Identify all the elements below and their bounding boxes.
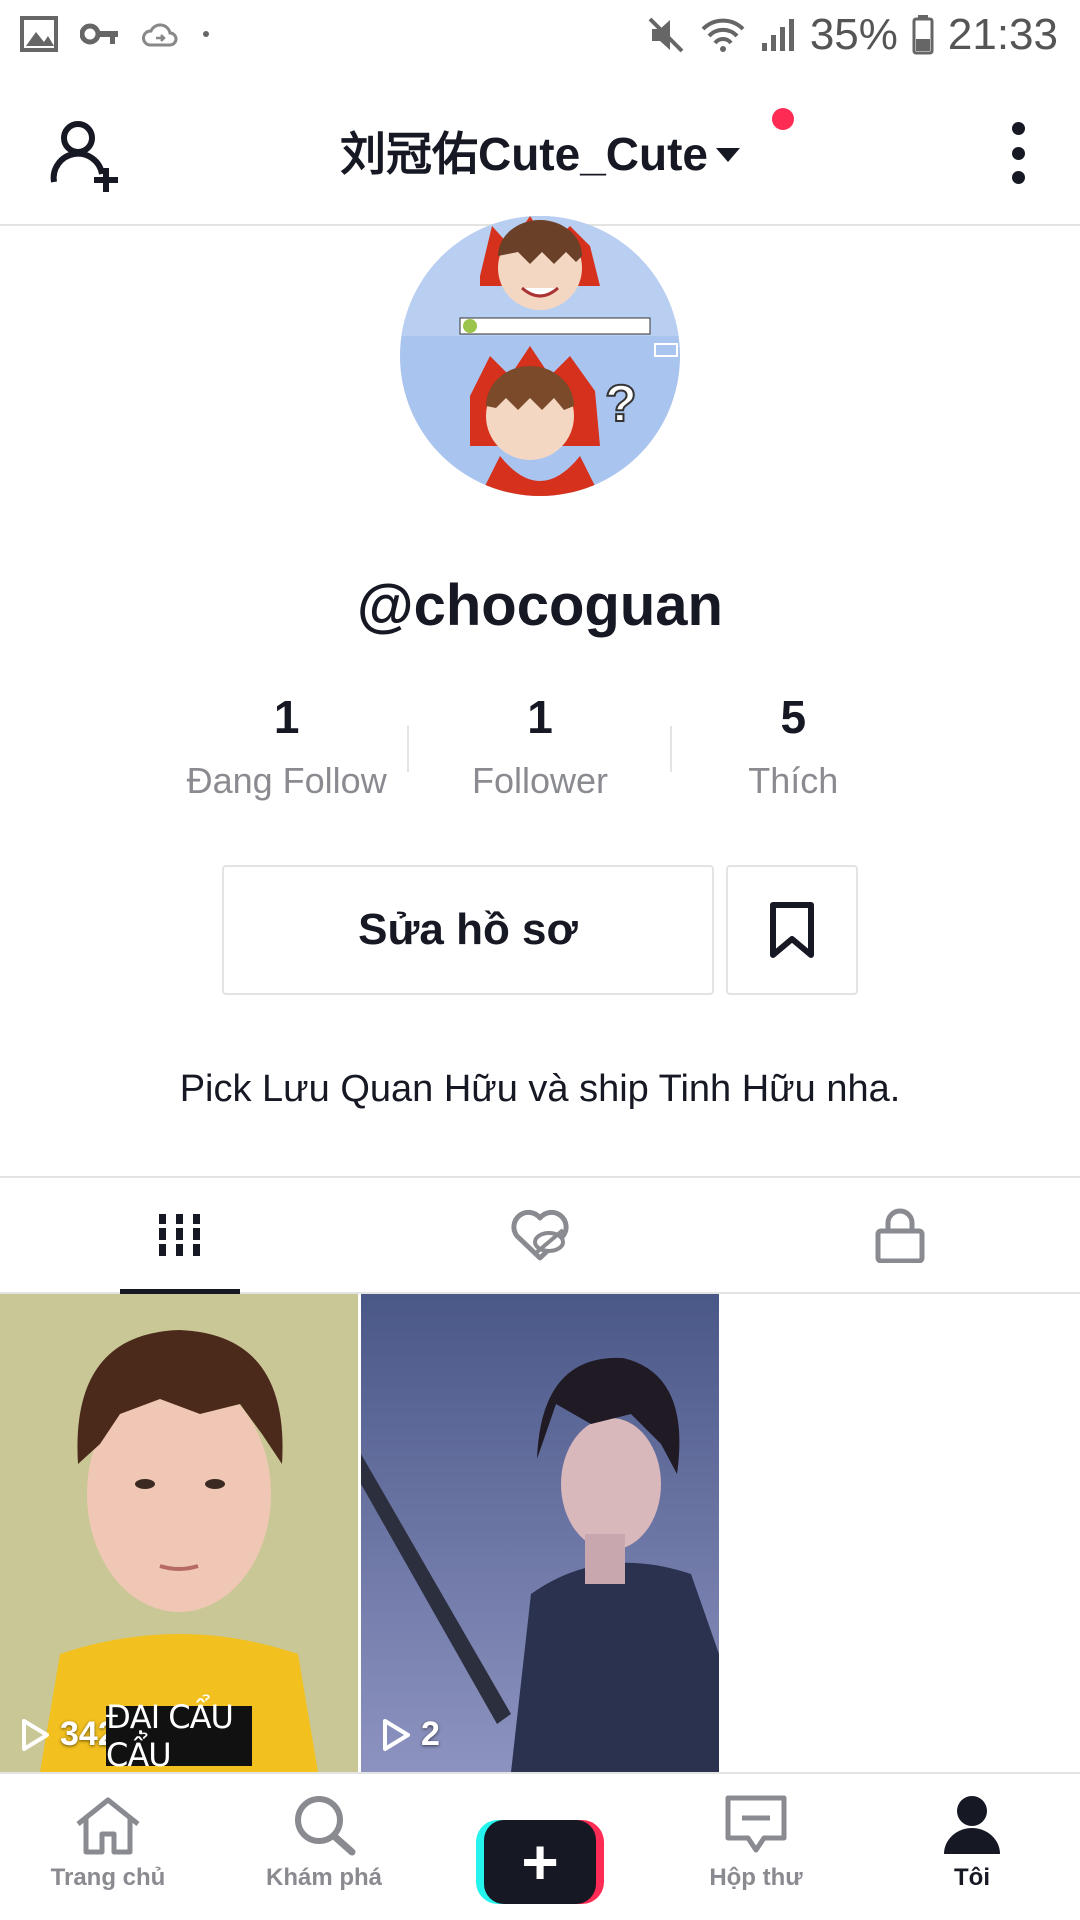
battery-icon (912, 15, 934, 55)
profile-bio: Pick Lưu Quan Hữu và ship Tinh Hữu nha. (179, 1068, 901, 1110)
hidden-heart-icon (511, 1209, 569, 1261)
stat-followers[interactable]: 1 Follower (413, 690, 666, 810)
signal-icon (761, 19, 794, 51)
username: @chocoguan (357, 573, 723, 638)
nav-home[interactable]: Trang chủ (0, 1774, 216, 1920)
cloud-sync-icon (142, 23, 178, 47)
lock-icon (875, 1208, 925, 1263)
more-options-icon[interactable] (1010, 122, 1026, 184)
stat-value: 1 (273, 691, 300, 743)
wifi-icon (701, 18, 745, 52)
bottom-navigation: Trang chủ Khám phá + Hộp thư Tôi (0, 1772, 1080, 1920)
nav-label: Tôi (954, 1864, 990, 1891)
content-tabs (0, 1176, 1080, 1294)
nav-create[interactable]: + (432, 1774, 648, 1920)
view-count-value: 2 (421, 1715, 440, 1753)
inbox-icon (725, 1795, 787, 1853)
nav-label: Khám phá (265, 1864, 382, 1891)
tab-liked[interactable] (360, 1178, 720, 1292)
home-icon (76, 1797, 140, 1855)
search-icon (295, 1796, 356, 1856)
key-icon (80, 23, 118, 45)
favorites-button[interactable] (726, 865, 858, 995)
video-grid: 342 ĐẠI CẨU CẨU 2 (0, 1294, 1080, 1772)
profile-stats: 1 Đang Follow 1 Follower 5 Thích (160, 690, 920, 810)
nav-profile[interactable]: Tôi (864, 1774, 1080, 1920)
svg-text:?: ? (605, 375, 637, 433)
bookmark-icon (770, 902, 814, 958)
stat-label: Thích (748, 760, 839, 801)
stat-likes[interactable]: 5 Thích (667, 690, 920, 810)
create-button[interactable]: + (476, 1820, 604, 1904)
status-bar: 35% 21:33 (0, 0, 1080, 74)
video-caption: ĐẠI CẨU CẨU (106, 1698, 252, 1772)
chevron-down-icon (716, 148, 741, 162)
stat-value: 5 (780, 691, 807, 743)
nav-label: Hộp thư (709, 1864, 803, 1891)
view-count: 342 (20, 1715, 117, 1754)
nav-label: Trang chủ (50, 1864, 166, 1891)
grid-icon (159, 1214, 200, 1256)
notification-dot (772, 108, 794, 130)
plus-icon: + (484, 1820, 596, 1904)
stat-divider (407, 726, 409, 772)
tab-videos[interactable] (0, 1178, 360, 1294)
battery-percent: 35% (809, 10, 898, 59)
stat-value: 1 (527, 691, 553, 743)
profile-header: 刘冠佑Cute_Cute (0, 74, 1080, 226)
video-thumbnail[interactable]: 342 ĐẠI CẨU CẨU (0, 1294, 358, 1772)
nav-inbox[interactable]: Hộp thư (648, 1774, 864, 1920)
profile-icon (944, 1796, 1000, 1854)
page-title: 刘冠佑Cute_Cute (339, 128, 709, 180)
tab-private[interactable] (720, 1178, 1080, 1292)
account-switcher[interactable]: 刘冠佑Cute_Cute (0, 118, 1080, 184)
view-count: 2 (381, 1715, 440, 1754)
image-icon (20, 16, 58, 52)
dot-icon (203, 31, 209, 37)
clock: 21:33 (947, 10, 1058, 59)
video-thumbnail-image (361, 1294, 719, 1772)
play-icon (383, 1718, 410, 1751)
avatar-image: ? (400, 216, 680, 496)
stat-label: Đang Follow (186, 760, 387, 801)
edit-profile-button[interactable]: Sửa hồ sơ (222, 865, 714, 995)
stat-label: Follower (471, 760, 609, 801)
mute-icon (648, 17, 684, 53)
avatar[interactable]: ? (400, 216, 680, 496)
play-icon (22, 1718, 49, 1751)
video-thumbnail[interactable]: 2 (361, 1294, 719, 1772)
nav-discover[interactable]: Khám phá (216, 1774, 432, 1920)
stat-following[interactable]: 1 Đang Follow (160, 690, 413, 810)
